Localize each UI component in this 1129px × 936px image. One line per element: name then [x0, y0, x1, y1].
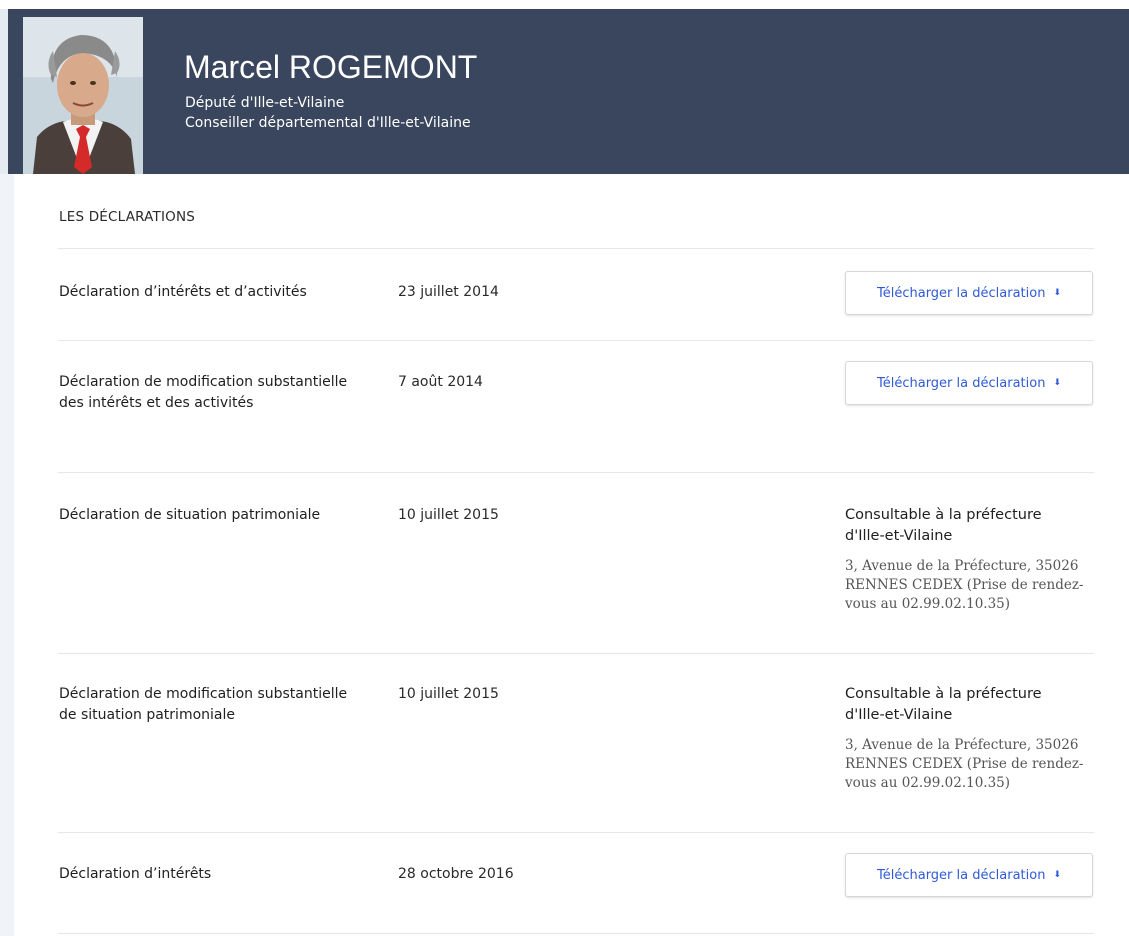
- declaration-date: 10 juillet 2015: [398, 507, 499, 523]
- deputy-name: Marcel ROGEMONT: [184, 49, 478, 85]
- divider: [58, 653, 1094, 654]
- declaration-title: Déclaration de modification substantiell…: [59, 686, 348, 723]
- declaration-title: Déclaration d’intérêts: [59, 866, 212, 882]
- consultation-address: 3, Avenue de la Préfecture, 35026 RENNES…: [845, 737, 1084, 791]
- download-declaration-button[interactable]: Télécharger la déclaration ⬇: [845, 853, 1093, 897]
- download-button-label: Télécharger la déclaration: [877, 375, 1046, 391]
- divider: [58, 472, 1094, 473]
- top-strip: [0, 0, 1129, 8]
- divider: [58, 933, 1094, 934]
- divider: [58, 248, 1094, 249]
- declaration-date: 23 juillet 2014: [398, 284, 499, 300]
- download-arrow-icon: ⬇: [1053, 870, 1061, 880]
- download-button-label: Télécharger la déclaration: [877, 867, 1046, 883]
- portrait-image: [23, 17, 143, 174]
- consultation-address: 3, Avenue de la Préfecture, 35026 RENNES…: [845, 558, 1084, 612]
- consultation-location: Consultable à la préfecture d'Ille-et-Vi…: [845, 686, 1042, 723]
- declaration-date: 7 août 2014: [398, 374, 483, 390]
- download-declaration-button[interactable]: Télécharger la déclaration ⬇: [845, 271, 1093, 315]
- download-arrow-icon: ⬇: [1053, 288, 1061, 298]
- left-gutter: [0, 174, 14, 936]
- avatar: [23, 17, 143, 174]
- download-declaration-button[interactable]: Télécharger la déclaration ⬇: [845, 361, 1093, 405]
- download-button-label: Télécharger la déclaration: [877, 285, 1046, 301]
- declaration-title: Déclaration d’intérêts et d’activités: [59, 284, 307, 300]
- divider: [58, 832, 1094, 833]
- download-arrow-icon: ⬇: [1053, 378, 1061, 388]
- declaration-title: Déclaration de modification substantiell…: [59, 374, 348, 411]
- consultation-info: Consultable à la préfecture d'Ille-et-Vi…: [845, 684, 1085, 793]
- declaration-title: Déclaration de situation patrimoniale: [59, 507, 321, 523]
- consultation-location: Consultable à la préfecture d'Ille-et-Vi…: [845, 507, 1042, 544]
- consultation-info: Consultable à la préfecture d'Ille-et-Vi…: [845, 505, 1085, 614]
- profile-header: [8, 9, 1129, 174]
- divider: [58, 340, 1094, 341]
- role-councillor: Conseiller départemental d'Ille-et-Vilai…: [185, 115, 471, 131]
- declaration-date: 10 juillet 2015: [398, 686, 499, 702]
- section-title: LES DÉCLARATIONS: [59, 209, 196, 225]
- role-deputy: Député d'Ille-et-Vilaine: [185, 95, 345, 111]
- declaration-date: 28 octobre 2016: [398, 866, 514, 882]
- left-edge: [0, 9, 8, 174]
